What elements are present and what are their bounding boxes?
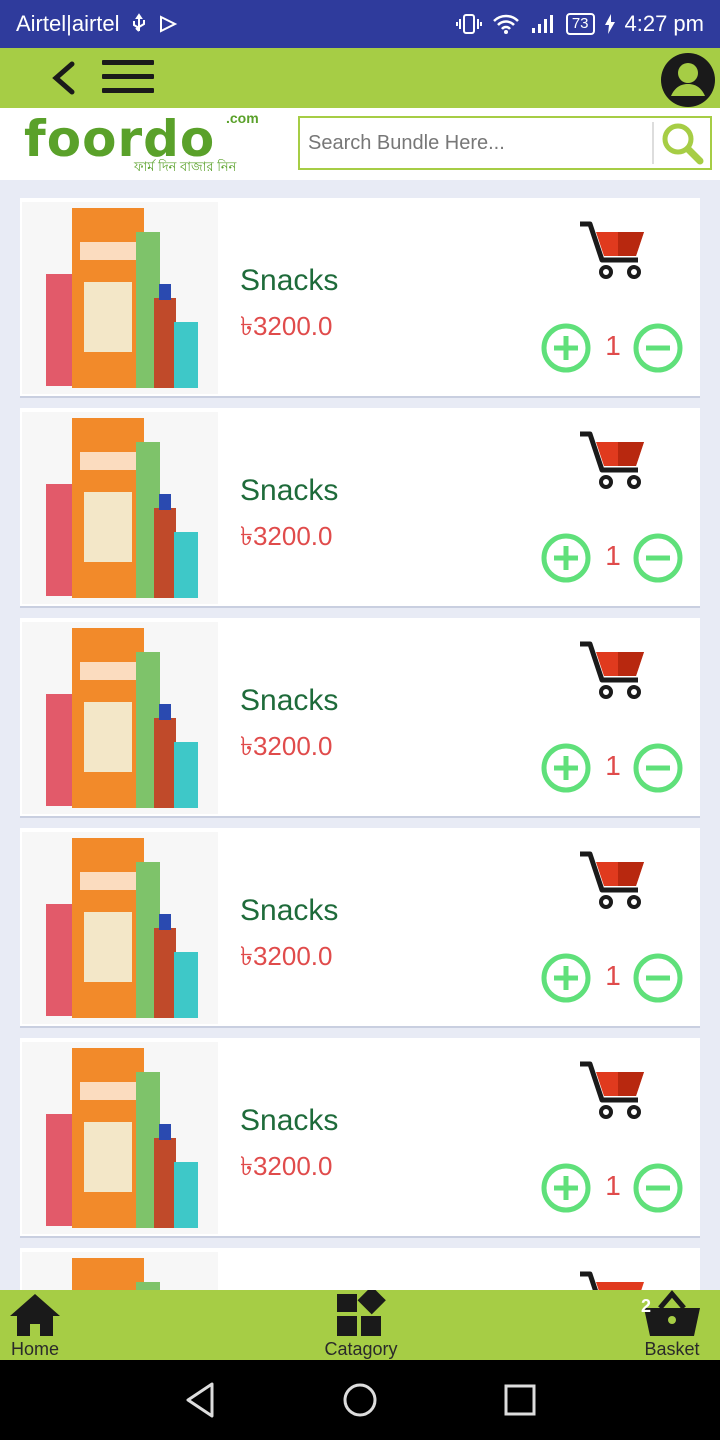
home-nav-icon[interactable] <box>338 1378 382 1422</box>
search-box <box>298 116 712 170</box>
menu-line-icon <box>102 74 154 79</box>
wifi-icon <box>492 14 519 34</box>
grocery-bundle-image <box>22 1252 218 1290</box>
logo-tagline: ফার্ম দিন বাজার নিন <box>134 159 237 174</box>
back-button[interactable] <box>50 60 78 96</box>
basket-count-badge: 2 <box>641 1296 652 1316</box>
menu-line-icon <box>102 88 154 93</box>
add-to-cart-icon[interactable] <box>578 638 648 700</box>
status-bar: Airtel|airtel 73 4:27 pm <box>0 0 720 48</box>
category-icon <box>337 1290 386 1336</box>
grocery-bundle-image <box>22 202 218 394</box>
menu-line-icon <box>102 60 154 65</box>
screencast-icon <box>159 15 177 33</box>
decrease-qty-button[interactable] <box>632 742 684 794</box>
increase-qty-button[interactable] <box>540 742 592 794</box>
product-card[interactable]: Snacks ৳3200.0 1 <box>20 828 700 1028</box>
nav-category-label: Catagory <box>324 1339 398 1359</box>
product-card[interactable]: Snacks ৳3200.0 1 <box>20 198 700 398</box>
increase-qty-button[interactable] <box>540 1162 592 1214</box>
product-card[interactable]: Snacks ৳3200.0 1 <box>20 618 700 818</box>
decrease-qty-button[interactable] <box>632 532 684 584</box>
product-card[interactable] <box>20 1248 700 1290</box>
back-nav-icon[interactable] <box>178 1378 222 1422</box>
product-image[interactable] <box>22 202 218 394</box>
quantity-value: 1 <box>605 750 621 781</box>
quantity-value: 1 <box>605 330 621 361</box>
product-price: ৳3200.0 <box>240 311 333 341</box>
carrier-label: Airtel|airtel <box>16 11 120 36</box>
product-image[interactable] <box>22 832 218 1024</box>
increase-qty-button[interactable] <box>540 952 592 1004</box>
product-list: Snacks ৳3200.0 1 Snacks ৳3200.0 1 Snacks… <box>20 198 700 1290</box>
search-input[interactable] <box>300 120 652 166</box>
bottom-nav: Home Catagory 2 Basket <box>0 1290 720 1360</box>
product-price: ৳3200.0 <box>240 941 333 971</box>
system-nav-bar <box>0 1360 720 1440</box>
product-card[interactable]: Snacks ৳3200.0 1 <box>20 408 700 608</box>
home-icon <box>10 1294 60 1336</box>
add-to-cart-icon[interactable] <box>578 848 648 910</box>
status-right: 73 4:27 pm <box>455 11 705 37</box>
increase-qty-button[interactable] <box>540 532 592 584</box>
signal-icon <box>531 15 553 33</box>
product-card[interactable]: Snacks ৳3200.0 1 <box>20 1038 700 1238</box>
menu-button[interactable] <box>102 60 154 96</box>
product-price: ৳3200.0 <box>240 1151 333 1181</box>
nav-basket[interactable]: 2 Basket <box>636 1290 708 1360</box>
product-image[interactable] <box>22 1252 218 1290</box>
product-image[interactable] <box>22 1042 218 1234</box>
decrease-qty-button[interactable] <box>632 1162 684 1214</box>
quantity-value: 1 <box>605 1170 621 1201</box>
product-name[interactable]: Snacks <box>240 894 338 928</box>
product-price: ৳3200.0 <box>240 731 333 761</box>
product-name[interactable]: Snacks <box>240 684 338 718</box>
product-price: ৳3200.0 <box>240 521 333 551</box>
grocery-bundle-image <box>22 412 218 604</box>
increase-qty-button[interactable] <box>540 322 592 374</box>
product-name[interactable]: Snacks <box>240 264 338 298</box>
add-to-cart-icon[interactable] <box>578 1058 648 1120</box>
grocery-bundle-image <box>22 622 218 814</box>
decrease-qty-button[interactable] <box>632 322 684 374</box>
search-icon <box>662 123 704 165</box>
app-bar <box>0 48 720 108</box>
nav-basket-label: Basket <box>644 1339 700 1359</box>
clock: 4:27 pm <box>624 11 705 36</box>
product-image[interactable] <box>22 412 218 604</box>
decrease-qty-button[interactable] <box>632 952 684 1004</box>
product-image[interactable] <box>22 622 218 814</box>
nav-home[interactable]: Home <box>0 1290 70 1360</box>
product-name[interactable]: Snacks <box>240 1104 338 1138</box>
grocery-bundle-image <box>22 832 218 1024</box>
logo-suffix: .com <box>226 110 259 126</box>
add-to-cart-icon[interactable] <box>578 428 648 490</box>
foordo-logo[interactable]: foordo .com ফার্ম দিন বাজার নিন <box>24 110 264 178</box>
nav-category[interactable]: Catagory <box>316 1290 406 1360</box>
quantity-value: 1 <box>605 960 621 991</box>
nav-home-label: Home <box>10 1339 59 1359</box>
search-button[interactable] <box>654 118 710 168</box>
vibrate-icon <box>455 14 482 34</box>
charging-icon <box>604 14 615 34</box>
quantity-value: 1 <box>605 540 621 571</box>
recents-nav-icon[interactable] <box>498 1378 542 1422</box>
add-to-cart-icon[interactable] <box>578 1268 648 1290</box>
carrier-group: Airtel|airtel <box>16 11 178 37</box>
account-button[interactable] <box>660 52 716 108</box>
grocery-bundle-image <box>22 1042 218 1234</box>
battery-level: 73 <box>565 13 595 35</box>
header: foordo .com ফার্ম দিন বাজার নিন <box>0 108 720 180</box>
usb-icon <box>132 13 145 32</box>
add-to-cart-icon[interactable] <box>578 218 648 280</box>
product-name[interactable]: Snacks <box>240 474 338 508</box>
